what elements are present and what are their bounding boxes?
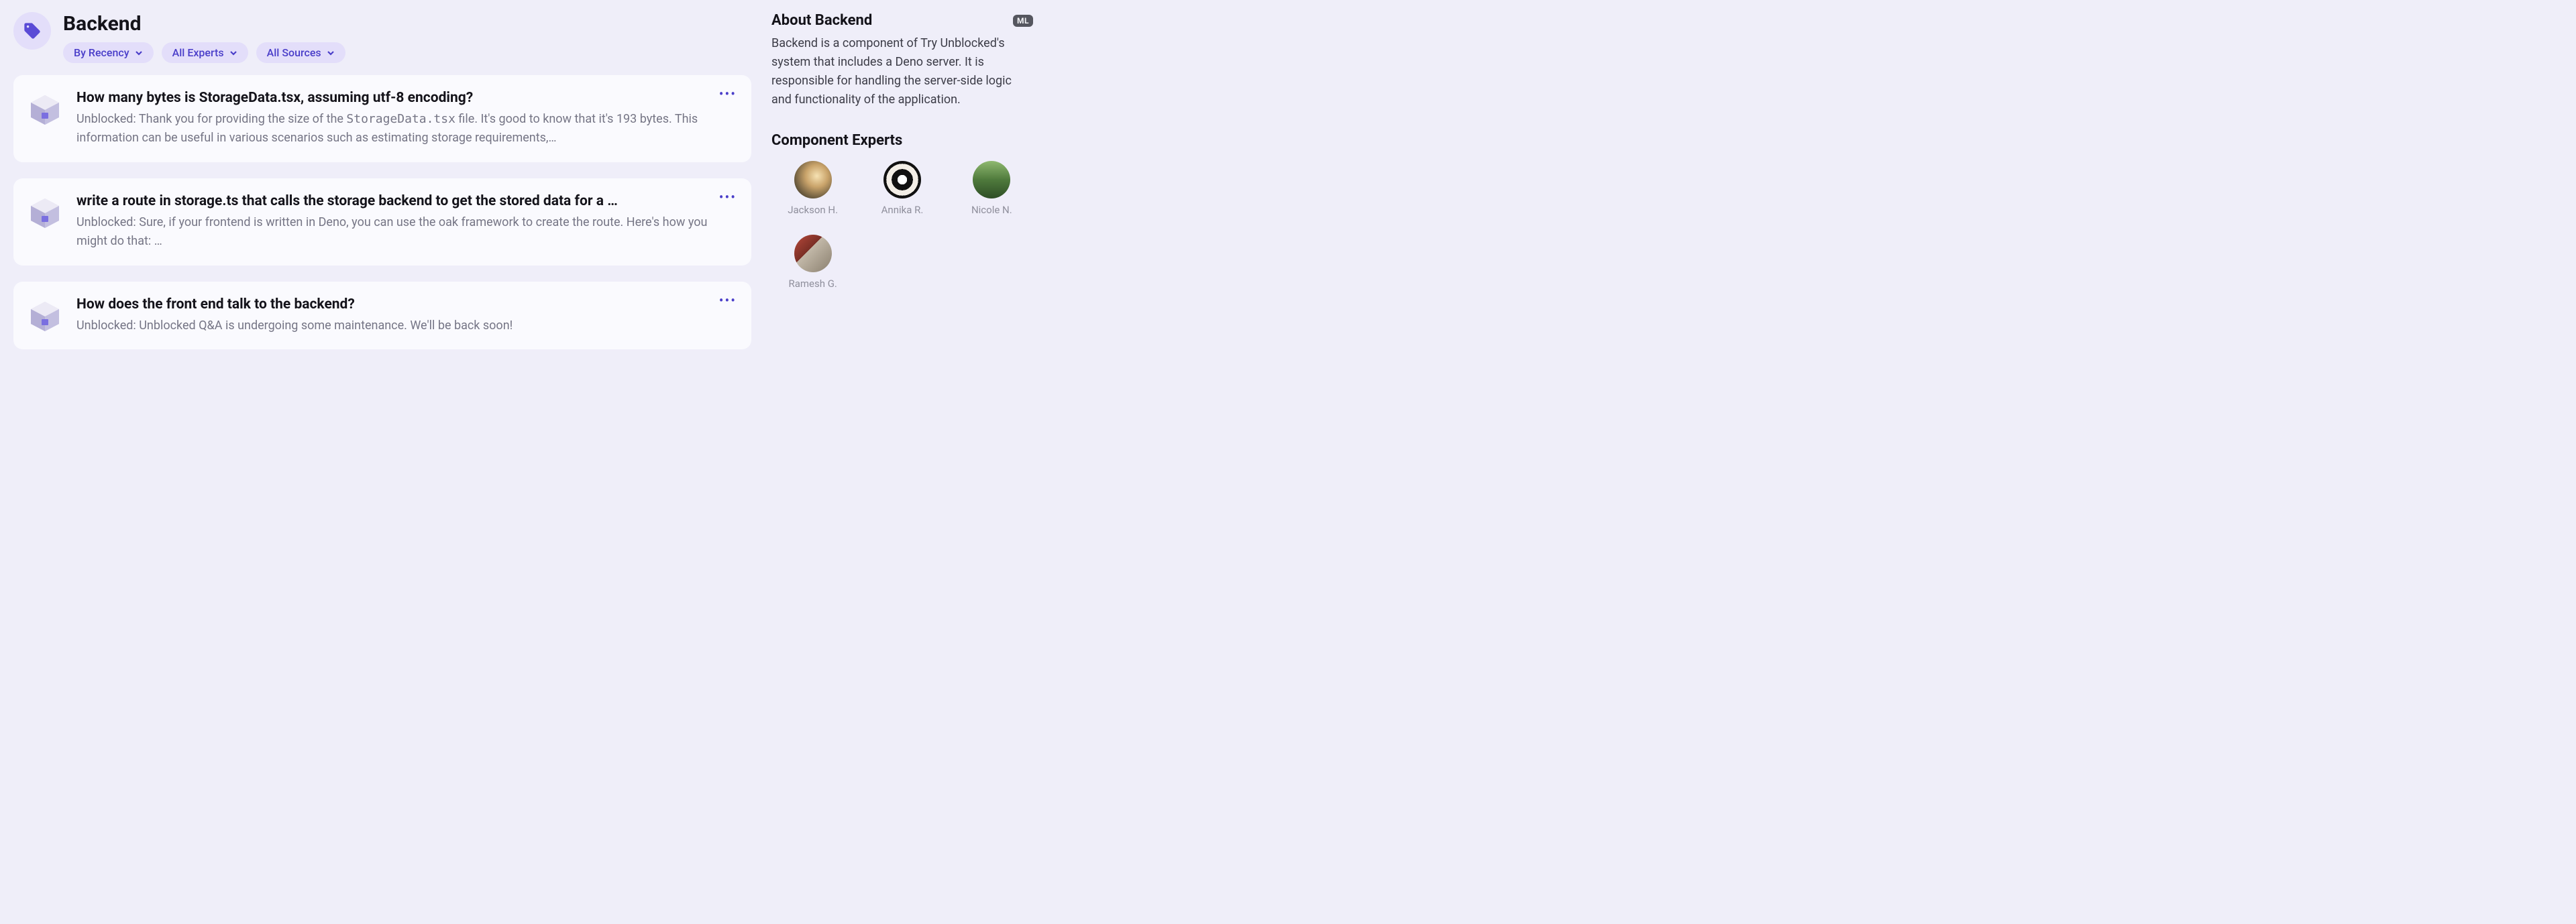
chevron-down-icon <box>135 49 143 57</box>
expert-name: Annika R. <box>881 204 924 216</box>
page-header: Backend By Recency All Experts All Sourc… <box>13 12 751 63</box>
qa-card-title: write a route in storage.ts that calls t… <box>76 193 734 209</box>
about-text: Backend is a component of Try Unblocked'… <box>771 34 1033 109</box>
experts-title: Component Experts <box>771 132 1033 149</box>
filter-recency[interactable]: By Recency <box>63 42 154 63</box>
qa-card[interactable]: How does the front end talk to the backe… <box>13 282 751 350</box>
sidebar: About Backend ML Backend is a component … <box>771 12 1033 290</box>
qa-card-snippet: Unblocked: Sure, if your frontend is wri… <box>76 213 734 251</box>
filter-bar: By Recency All Experts All Sources <box>63 42 751 63</box>
cube-icon <box>28 93 62 126</box>
more-menu-icon[interactable]: ••• <box>719 87 737 101</box>
tag-icon <box>13 12 51 50</box>
qa-card[interactable]: How many bytes is StorageData.tsx, assum… <box>13 75 751 162</box>
qa-card-title: How many bytes is StorageData.tsx, assum… <box>76 90 734 106</box>
expert-name: Ramesh G. <box>788 278 837 290</box>
qa-card-title: How does the front end talk to the backe… <box>76 296 734 312</box>
cube-icon <box>28 196 62 229</box>
expert-item[interactable]: Jackson H. <box>771 161 854 216</box>
expert-item[interactable]: Ramesh G. <box>771 235 854 290</box>
cube-icon <box>28 299 62 333</box>
chevron-down-icon <box>327 49 335 57</box>
avatar <box>883 161 921 198</box>
filter-label: All Experts <box>172 46 224 59</box>
expert-item[interactable]: Nicole N. <box>951 161 1033 216</box>
avatar <box>973 161 1010 198</box>
chevron-down-icon <box>229 49 237 57</box>
avatar <box>794 235 832 272</box>
qa-card-snippet: Unblocked: Unblocked Q&A is undergoing s… <box>76 316 734 335</box>
page-title: Backend <box>63 12 751 36</box>
more-menu-icon[interactable]: ••• <box>719 190 737 204</box>
experts-grid: Jackson H. Annika R. Nicole N. Ramesh G. <box>771 161 1033 290</box>
filter-label: All Sources <box>267 46 321 59</box>
about-title: About Backend <box>771 12 872 29</box>
filter-label: By Recency <box>74 46 129 59</box>
avatar <box>794 161 832 198</box>
qa-card[interactable]: write a route in storage.ts that calls t… <box>13 178 751 266</box>
expert-item[interactable]: Annika R. <box>861 161 943 216</box>
ml-badge: ML <box>1013 15 1033 27</box>
filter-sources[interactable]: All Sources <box>256 42 345 63</box>
expert-name: Nicole N. <box>971 204 1012 216</box>
expert-name: Jackson H. <box>788 204 838 216</box>
qa-card-snippet: Unblocked: Thank you for providing the s… <box>76 110 734 148</box>
more-menu-icon[interactable]: ••• <box>719 294 737 307</box>
filter-experts[interactable]: All Experts <box>162 42 248 63</box>
